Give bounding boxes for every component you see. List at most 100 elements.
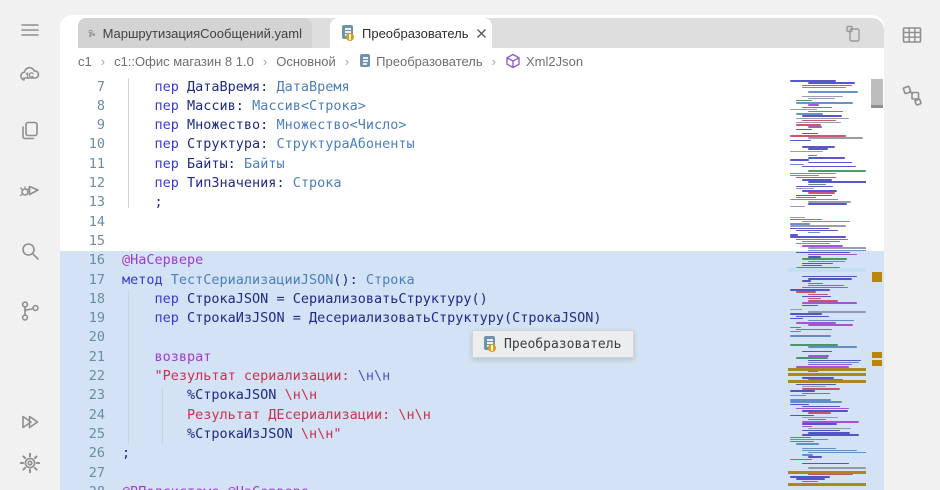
new-page-icon[interactable] [841, 24, 865, 44]
tab-strip: МаршрутизацияСообщений.yaml Преобразоват… [78, 18, 884, 48]
line-number[interactable]: 15 [60, 232, 105, 251]
tab-converter[interactable]: Преобразователь [330, 18, 492, 48]
minimap-row [802, 454, 813, 456]
line-number[interactable]: 7 [60, 78, 105, 97]
line-number[interactable]: 25 [60, 425, 105, 444]
code-line[interactable]: пер Структура: СтруктураАбоненты [122, 135, 415, 154]
line-number[interactable]: 13 [60, 193, 105, 212]
code-line[interactable]: пер Множество: Множество<Число> [122, 116, 407, 135]
minimap-row [802, 410, 848, 412]
line-number[interactable]: 24 [60, 406, 105, 425]
code-line[interactable]: пер ДатаВремя: ДатаВремя [122, 78, 350, 97]
minimap-row [796, 196, 816, 199]
line-number[interactable]: 21 [60, 348, 105, 367]
breadcrumb-item-project[interactable]: c1::Офис магазин 8 1.0 [114, 54, 254, 69]
line-number[interactable]: 16 [60, 251, 105, 270]
search-icon[interactable] [14, 235, 46, 267]
close-icon[interactable] [476, 28, 487, 39]
menu-icon[interactable] [14, 14, 46, 46]
minimap-row [796, 315, 829, 317]
minimap-row [790, 344, 838, 346]
minimap-row [802, 295, 831, 298]
line-number[interactable]: 14 [60, 213, 105, 232]
table-icon[interactable] [896, 19, 928, 51]
code-line[interactable]: @ВПодсистеме @НаСервере [122, 483, 309, 490]
code-line[interactable]: Результат ДЕсериализации: \н\н [122, 406, 431, 425]
run-icon[interactable] [14, 406, 46, 438]
line-number[interactable]: 23 [60, 386, 105, 405]
indent-guide [128, 290, 129, 444]
minimap-row [796, 113, 823, 115]
line-number[interactable]: 22 [60, 367, 105, 386]
line-number[interactable]: 28 [60, 483, 105, 490]
line-number[interactable]: 17 [60, 271, 105, 290]
copy-icon[interactable] [14, 115, 46, 147]
minimap-row [802, 115, 842, 117]
code-line[interactable]: "Результат сериализации: \н\н [122, 367, 391, 386]
debug-icon[interactable] [14, 174, 46, 206]
routing-icon [88, 29, 95, 37]
minimap-row [790, 163, 804, 166]
breadcrumb-item-c1[interactable]: c1 [78, 54, 92, 69]
minimap-row [802, 463, 849, 465]
settings-icon[interactable] [14, 447, 46, 479]
minimap-row [802, 265, 822, 267]
scrollbar-thumb[interactable] [871, 79, 883, 108]
breadcrumb-item-converter[interactable]: Преобразователь [358, 54, 483, 69]
minimap-row [802, 449, 857, 452]
minimap-row [808, 82, 855, 84]
warning-marker[interactable] [872, 352, 882, 358]
minimap-row [790, 159, 809, 161]
minimap-row [796, 188, 814, 190]
code-line[interactable]: %СтрокаИзJSON \н\н" [122, 425, 341, 444]
minimap-row [808, 97, 835, 100]
line-number[interactable]: 19 [60, 309, 105, 328]
line-number[interactable]: 11 [60, 155, 105, 174]
minimap-row [808, 346, 857, 348]
code-line[interactable]: пер Массив: Массив<Строка> [122, 97, 366, 116]
minimap-row [808, 452, 866, 454]
minimap-row [790, 172, 836, 174]
code-line[interactable]: пер ТипЗначения: Строка [122, 174, 342, 193]
line-number[interactable]: 27 [60, 464, 105, 483]
minimap[interactable] [788, 74, 866, 490]
code-line[interactable]: ; [122, 444, 130, 463]
line-number[interactable]: 20 [60, 328, 105, 347]
ide-window: МаршрутизацияСообщений.yaml Преобразоват… [0, 0, 940, 490]
cloud-1c-icon[interactable] [14, 60, 46, 92]
line-number[interactable]: 18 [60, 290, 105, 309]
code-line[interactable]: возврат [122, 348, 212, 367]
minimap-row [808, 260, 845, 262]
code-line[interactable]: метод ТестСериализацииJSON(): Строка [122, 271, 415, 290]
minimap-row [796, 122, 841, 124]
minimap-row [790, 414, 814, 416]
minimap-row [808, 203, 847, 205]
flow-scheme-icon[interactable] [896, 79, 928, 111]
warning-marker[interactable] [872, 360, 882, 366]
breadcrumb: c1 › c1::Офис магазин 8 1.0 › Основной ›… [60, 48, 884, 74]
line-number[interactable]: 9 [60, 116, 105, 135]
line-number[interactable]: 10 [60, 135, 105, 154]
minimap-row [790, 216, 805, 218]
line-number[interactable]: 8 [60, 97, 105, 116]
breadcrumb-item-module[interactable]: Основной [276, 54, 336, 69]
warning-marker[interactable] [872, 272, 882, 282]
minimap-row [808, 155, 817, 157]
document-icon [358, 54, 371, 68]
code-editor[interactable]: 7891011121314151617181920212223242526272… [60, 74, 884, 490]
minimap-row [808, 247, 866, 249]
tab-routing-yaml[interactable]: МаршрутизацияСообщений.yaml [78, 18, 312, 48]
git-branch-icon[interactable] [14, 295, 46, 327]
code-line[interactable]: пер Байты: Байты [122, 155, 285, 174]
code-line[interactable]: пер СтрокаИзJSON = ДесериализоватьСтрукт… [122, 309, 602, 328]
minimap-row [808, 284, 844, 287]
code-line[interactable]: пер СтрокаJSON = СериализоватьСтруктуру(… [122, 290, 488, 309]
line-number[interactable]: 12 [60, 174, 105, 193]
line-number[interactable]: 26 [60, 444, 105, 463]
minimap-row [790, 438, 828, 441]
minimap-row [808, 192, 835, 194]
code-line[interactable]: %СтрокаJSON \н\н [122, 386, 317, 405]
breadcrumb-item-xml2json[interactable]: Xml2Json [505, 53, 583, 69]
document-warning-icon [482, 336, 497, 352]
code-line[interactable]: @НаСервере [122, 251, 203, 270]
